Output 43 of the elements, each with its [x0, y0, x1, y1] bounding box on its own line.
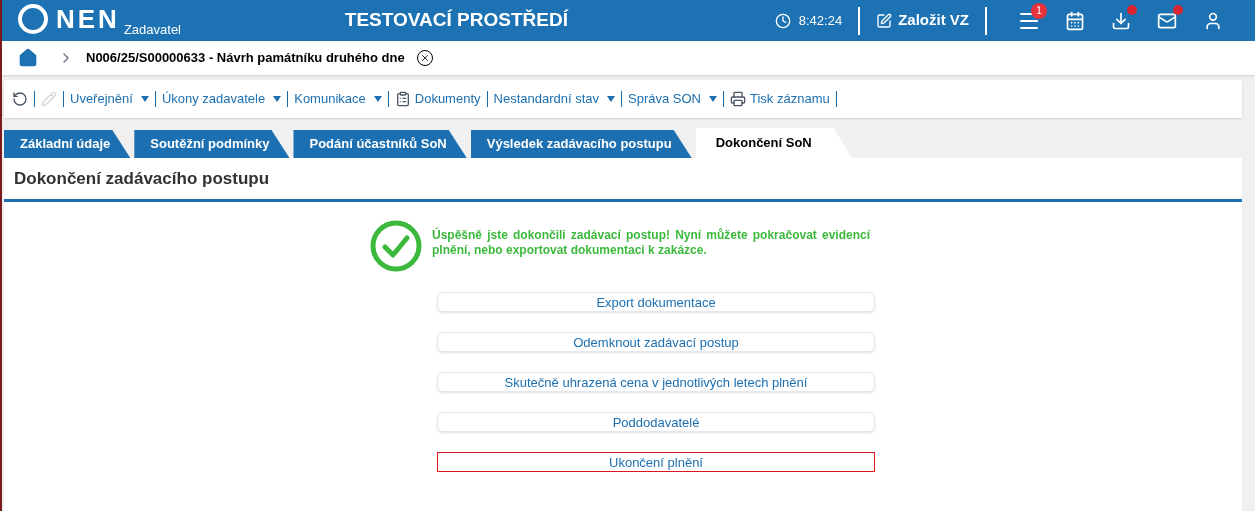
session-time: 8:42:24: [798, 11, 843, 30]
toolbar-menu[interactable]: Komunikace: [294, 89, 382, 109]
dropdown-icon: [709, 96, 717, 102]
logo-icon: [18, 3, 48, 34]
tab[interactable]: Základní údaje: [4, 130, 131, 158]
edit-icon: [876, 12, 893, 29]
calendar-icon: [1065, 10, 1085, 31]
home-icon[interactable]: [18, 48, 38, 68]
printer-icon: [730, 91, 746, 107]
tab[interactable]: Výsledek zadávacího postupu: [470, 130, 692, 158]
refresh-icon[interactable]: [12, 91, 28, 107]
breadcrumb-title: N006/25/S00000633 - Návrh památníku druhého dne: [86, 49, 405, 68]
section-title: Dokončení zadávacího postupu: [14, 167, 270, 190]
create-button[interactable]: Založit VZ: [876, 9, 969, 32]
action-button[interactable]: Export dokumentace: [437, 292, 875, 312]
tab[interactable]: Podání účastníků SoN: [293, 130, 467, 158]
toolbar-menu[interactable]: Úkony zadavatele: [161, 89, 282, 109]
tab[interactable]: Soutěžní podmínky: [134, 130, 290, 158]
dropdown-icon: [373, 96, 382, 102]
dropdown-icon: [273, 96, 282, 102]
notification-badge: 1: [1031, 2, 1047, 19]
action-button[interactable]: Skutečně uhrazená cena v jednotlivých letech plnění: [437, 372, 875, 392]
logo-text: NEN: [56, 5, 120, 32]
action-button[interactable]: Ukončení plnění: [437, 452, 875, 472]
tab[interactable]: Dokončení SoN: [695, 128, 852, 158]
clock-icon: [774, 12, 791, 29]
menu-button[interactable]: 1: [1011, 2, 1047, 39]
user-icon: [1203, 10, 1223, 31]
toolbar-menu[interactable]: Uveřejnění: [70, 89, 149, 109]
toolbar-button[interactable]: Dokumenty: [394, 89, 481, 109]
action-button[interactable]: Odemknout zadávací postup: [437, 332, 875, 352]
logo-subtitle: Zadavatel: [123, 22, 181, 36]
toolbar-menu[interactable]: Nestandardní stav: [493, 89, 616, 109]
action-button[interactable]: Poddodavatelé: [437, 412, 875, 432]
toolbar-menu[interactable]: Správa SON: [628, 89, 717, 109]
dropdown-icon: [607, 96, 616, 102]
dropdown-icon: [140, 96, 149, 102]
environment-title: TESTOVACÍ PROSTŘEDÍ: [344, 8, 568, 33]
clipboard-icon: [394, 91, 411, 107]
success-check-icon: [370, 220, 422, 272]
success-message: Úspěšně jste dokončili zadávací postup! Nyní můžete pokračovat evidencí plnění, nebo exportovat dokumentaci k zakázce.: [432, 228, 870, 258]
toolbar-button[interactable]: Tisk záznamu: [730, 89, 830, 109]
download-icon: [1111, 10, 1131, 31]
